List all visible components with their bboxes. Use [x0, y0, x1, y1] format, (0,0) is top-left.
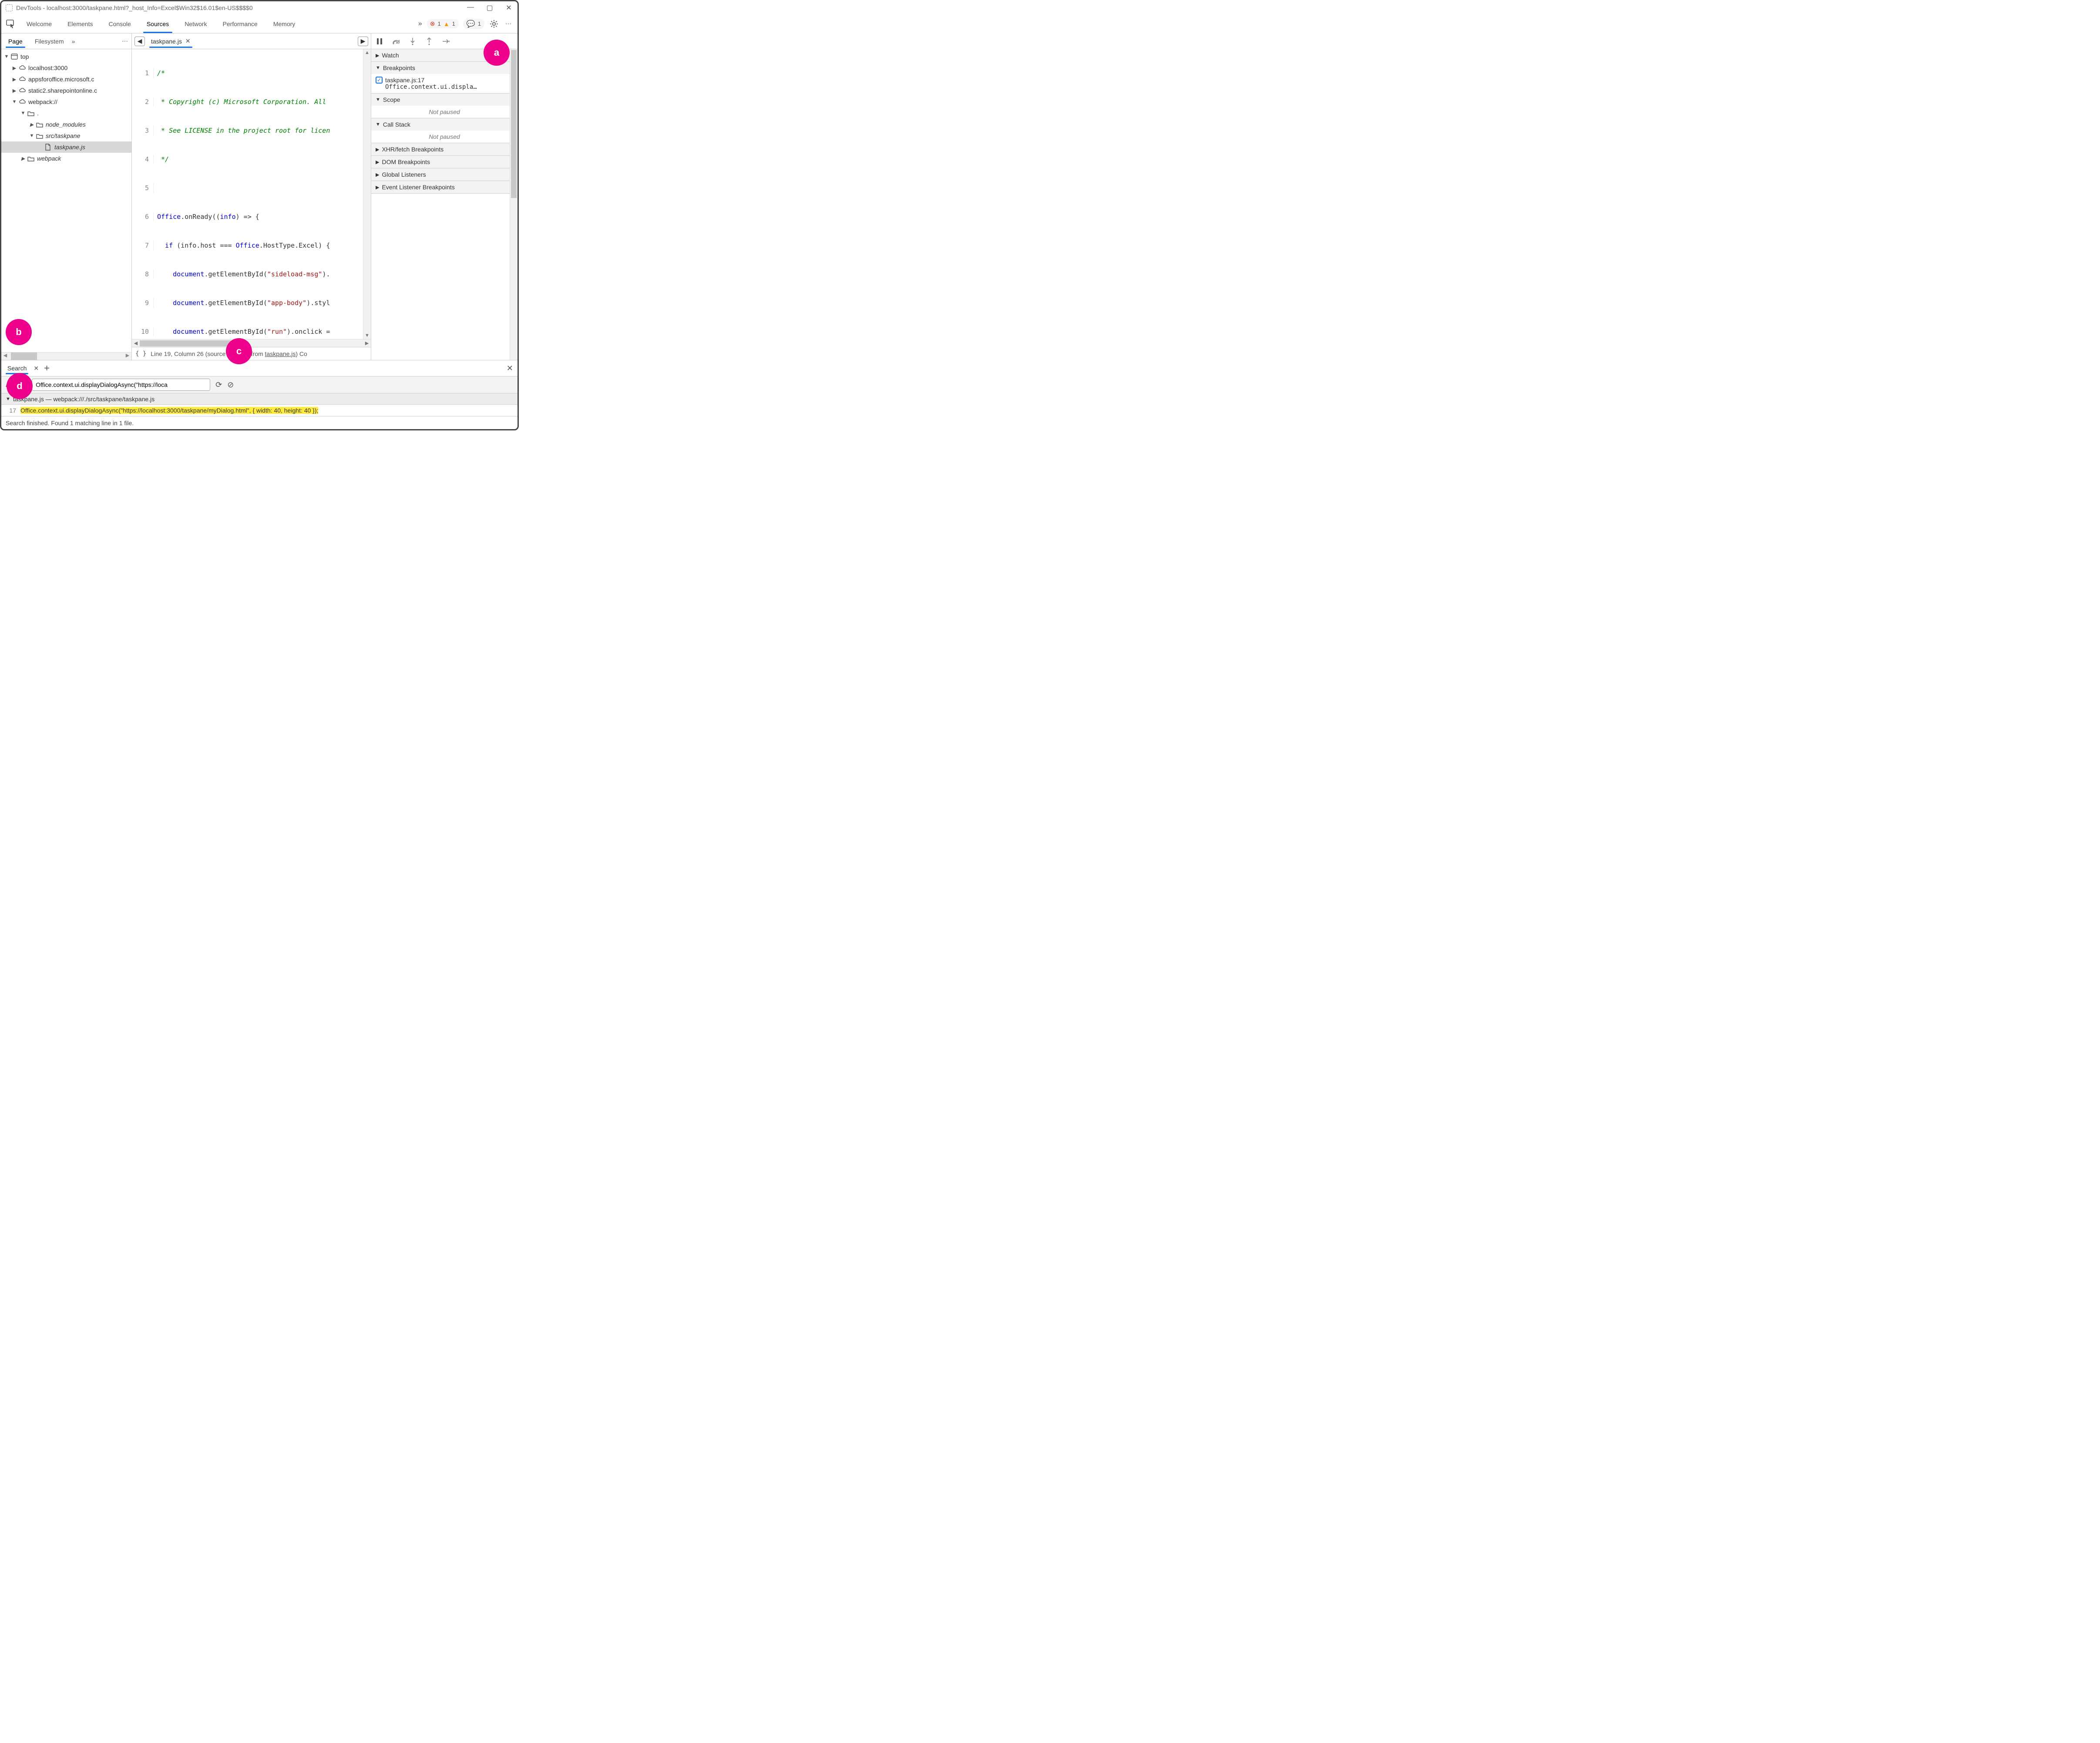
maximize-button[interactable]: ▢	[485, 3, 494, 12]
page-kebab-icon[interactable]: ⋯	[122, 37, 129, 45]
editor-hscrollbar[interactable]: ◀▶	[132, 339, 371, 347]
more-page-tabs-icon[interactable]: »	[72, 38, 75, 45]
breakpoint-item[interactable]: ✓ taskpane.js:17 Office.context.ui.displ…	[376, 77, 513, 91]
file-tree: ▼top ▶localhost:3000 ▶appsforoffice.micr…	[1, 49, 131, 352]
checkbox-icon[interactable]: ✓	[376, 77, 383, 84]
filesystem-tab[interactable]: Filesystem	[30, 35, 68, 47]
source-editor[interactable]: 1/* 2 * Copyright (c) Microsoft Corporat…	[132, 49, 363, 339]
callstack-panel-header[interactable]: ▼Call Stack	[371, 118, 517, 131]
info-icon: 💬	[467, 20, 475, 28]
kebab-icon[interactable]: ⋯	[504, 19, 514, 29]
dom-panel-header[interactable]: ▶DOM Breakpoints	[371, 156, 517, 168]
folder-icon	[36, 122, 44, 128]
search-tab[interactable]: Search	[6, 363, 28, 373]
gear-icon[interactable]	[489, 19, 499, 29]
tree-item-appsforoffice[interactable]: ▶appsforoffice.microsoft.c	[1, 74, 131, 85]
page-tab[interactable]: Page	[4, 35, 27, 47]
callout-a: a	[484, 40, 510, 66]
callout-d: d	[7, 373, 33, 399]
error-warning-badge[interactable]: ⊗1 ▲1	[427, 19, 459, 28]
step-into-icon[interactable]	[409, 37, 417, 45]
tree-item-localhost[interactable]: ▶localhost:3000	[1, 62, 131, 74]
tree-item-webpack-folder[interactable]: ▶webpack	[1, 153, 131, 164]
close-search-tab-icon[interactable]: ✕	[34, 365, 39, 372]
global-listeners-panel-header[interactable]: ▶Global Listeners	[371, 168, 517, 181]
clear-icon[interactable]: ⊘	[227, 380, 234, 390]
tab-memory[interactable]: Memory	[265, 14, 303, 33]
app-icon	[6, 4, 13, 11]
file-tab-taskpane[interactable]: taskpane.js ✕	[148, 36, 193, 47]
titlebar: DevTools - localhost:3000/taskpane.html?…	[1, 1, 517, 14]
tab-console[interactable]: Console	[101, 14, 138, 33]
scope-panel-header[interactable]: ▼Scope	[371, 94, 517, 106]
editor-vscrollbar[interactable]: ▲▼	[363, 49, 371, 339]
tab-performance[interactable]: Performance	[215, 14, 265, 33]
tree-item-src-taskpane[interactable]: ▼src/taskpane	[1, 130, 131, 141]
more-tabs-icon[interactable]: »	[418, 20, 422, 28]
info-badge[interactable]: 💬1	[463, 19, 484, 29]
tab-welcome[interactable]: Welcome	[19, 14, 60, 33]
xhr-panel-header[interactable]: ▶XHR/fetch Breakpoints	[371, 143, 517, 155]
window-icon	[11, 54, 19, 60]
window-title: DevTools - localhost:3000/taskpane.html?…	[16, 4, 253, 11]
cloud-icon	[19, 99, 27, 104]
cloud-icon	[19, 77, 27, 82]
tree-item-static2[interactable]: ▶static2.sharepointonline.c	[1, 85, 131, 96]
step-icon[interactable]	[442, 37, 450, 45]
scope-not-paused: Not paused	[371, 106, 517, 118]
pause-icon[interactable]	[376, 37, 383, 45]
callstack-not-paused: Not paused	[371, 131, 517, 143]
tree-item-webpack[interactable]: ▼webpack://	[1, 96, 131, 107]
tab-elements[interactable]: Elements	[60, 14, 101, 33]
search-input[interactable]	[32, 379, 210, 391]
cloud-icon	[19, 65, 27, 71]
callout-c: c	[226, 338, 252, 364]
tab-sources[interactable]: Sources	[139, 14, 177, 33]
nav-back-icon[interactable]: ◀	[134, 37, 145, 46]
close-button[interactable]: ✕	[504, 3, 513, 12]
tree-item-top[interactable]: ▼top	[1, 51, 131, 62]
refresh-icon[interactable]: ⟳	[215, 380, 222, 390]
folder-icon	[36, 133, 44, 139]
error-icon: ⊗	[430, 20, 435, 27]
tree-item-dot[interactable]: ▼.	[1, 107, 131, 119]
folder-icon	[27, 111, 35, 116]
search-status: Search finished. Found 1 matching line i…	[1, 416, 517, 429]
add-tab-icon[interactable]: +	[44, 363, 50, 374]
close-drawer-icon[interactable]: ✕	[507, 364, 513, 373]
folder-icon	[27, 156, 35, 161]
search-result-file-header[interactable]: ▼taskpane.js — webpack:///./src/taskpane…	[1, 393, 517, 405]
tree-item-node-modules[interactable]: ▶node_modules	[1, 119, 131, 130]
search-result-row[interactable]: 17 Office.context.ui.displayDialogAsync(…	[1, 405, 517, 416]
minimize-button[interactable]: —	[466, 3, 475, 12]
cloud-icon	[19, 88, 27, 93]
pretty-print-icon[interactable]: { }	[135, 350, 146, 357]
step-over-icon[interactable]	[392, 37, 400, 45]
nav-forward-icon[interactable]: ▶	[358, 37, 368, 46]
file-icon	[45, 144, 53, 151]
event-listener-panel-header[interactable]: ▶Event Listener Breakpoints	[371, 181, 517, 193]
devtools-toolbar: Welcome Elements Console Sources Network…	[1, 14, 517, 34]
callout-b: b	[6, 319, 32, 345]
close-file-icon[interactable]: ✕	[185, 37, 191, 45]
inspect-element-icon[interactable]	[5, 18, 17, 30]
source-map-link[interactable]: taskpane.js	[265, 350, 296, 357]
tree-hscrollbar[interactable]: ◀▶	[1, 352, 131, 360]
warning-icon: ▲	[444, 20, 450, 27]
tab-network[interactable]: Network	[177, 14, 215, 33]
right-vscrollbar[interactable]	[510, 49, 517, 360]
tree-item-taskpane-js[interactable]: taskpane.js	[1, 141, 131, 153]
step-out-icon[interactable]	[425, 37, 433, 45]
